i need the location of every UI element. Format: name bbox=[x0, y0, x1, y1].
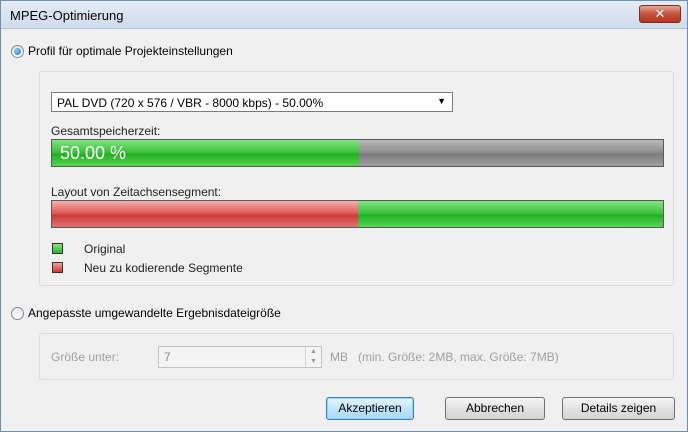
profile-radio-label[interactable]: Profil für optimale Projekteinstellungen bbox=[28, 44, 233, 58]
custom-size-radio[interactable] bbox=[11, 307, 24, 320]
profile-radio[interactable] bbox=[11, 45, 24, 58]
accept-button[interactable]: Akzeptieren bbox=[326, 397, 414, 420]
custom-size-stepper[interactable]: 7 ▲ ▼ bbox=[158, 346, 322, 368]
storage-percent: 50.00 % bbox=[60, 143, 127, 163]
chevron-down-icon[interactable]: ▼ bbox=[437, 96, 446, 106]
cancel-button[interactable]: Abbrechen bbox=[445, 397, 545, 420]
spin-down-icon[interactable]: ▼ bbox=[306, 357, 321, 367]
details-button[interactable]: Details zeigen bbox=[562, 397, 675, 420]
timeline-layout-bar bbox=[51, 200, 664, 228]
window-title: MPEG-Optimierung bbox=[10, 8, 124, 23]
storage-label: Gesamtspeicherzeit: bbox=[51, 124, 161, 138]
close-button[interactable]: ✕ bbox=[639, 5, 681, 23]
storage-bar: 50.00 % bbox=[51, 139, 664, 167]
custom-size-value: 7 bbox=[164, 350, 171, 364]
layout-label: Layout von Zeitachsensegment: bbox=[51, 185, 222, 199]
title-bar: MPEG-Optimierung ✕ bbox=[1, 1, 687, 29]
legend-original-label: Original bbox=[84, 242, 126, 256]
stepper-buttons: ▲ ▼ bbox=[305, 347, 321, 367]
storage-bar-remaining bbox=[359, 140, 663, 166]
legend-reencode-label: Neu zu kodierende Segmente bbox=[84, 261, 243, 275]
profile-select-value: PAL DVD (720 x 576 / VBR - 8000 kbps) - … bbox=[57, 96, 324, 110]
spin-up-icon[interactable]: ▲ bbox=[306, 347, 321, 357]
legend-reencode-swatch bbox=[52, 262, 63, 273]
timeline-original-segment bbox=[358, 201, 663, 227]
mpeg-optimization-dialog: MPEG-Optimierung ✕ Profil für optimale P… bbox=[0, 0, 688, 432]
custom-size-radio-label[interactable]: Angepasste umgewandelte Ergebnisdateigrö… bbox=[28, 306, 281, 320]
custom-size-hint: MB (min. Größe: 2MB, max. Größe: 7MB) bbox=[330, 350, 559, 364]
timeline-reencode-segment bbox=[52, 201, 358, 227]
custom-size-label: Größe unter: bbox=[51, 350, 120, 364]
legend-original-swatch bbox=[52, 243, 63, 254]
profile-select[interactable]: PAL DVD (720 x 576 / VBR - 8000 kbps) - … bbox=[51, 92, 453, 112]
